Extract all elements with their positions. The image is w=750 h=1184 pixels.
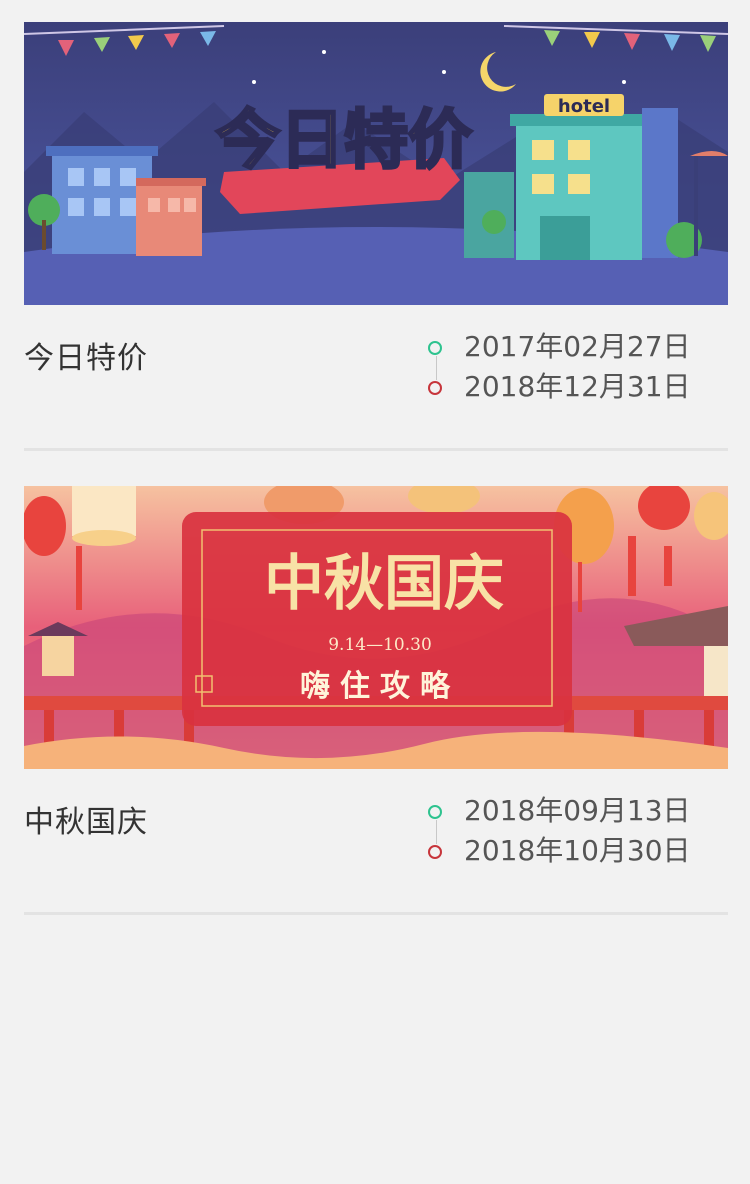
timeline-connector [436, 356, 437, 380]
timeline-connector [436, 820, 437, 844]
start-dot-icon [428, 341, 442, 355]
start-dot-icon [428, 805, 442, 819]
promotion-info: 今日特价 2017年02月27日 2018年12月31日 [24, 305, 728, 451]
start-date: 2017年02月27日 [464, 330, 691, 363]
promotion-title: 中秋国庆 [24, 805, 148, 840]
card-divider [24, 912, 728, 915]
promotion-banner-image[interactable]: 中秋国庆 9.14—10.30 嗨住攻略 [24, 486, 728, 769]
promotion-info: 中秋国庆 2018年09月13日 2018年10月30日 [24, 769, 728, 915]
promotion-card[interactable]: 中秋国庆 9.14—10.30 嗨住攻略 中秋国庆 2018年09月13日 20… [24, 486, 728, 915]
end-date: 2018年10月30日 [464, 834, 691, 867]
promotion-date-range: 2018年09月13日 2018年10月30日 [426, 791, 728, 871]
promotion-title: 今日特价 [24, 341, 148, 376]
end-dot-icon [428, 845, 442, 859]
end-dot-icon [428, 381, 442, 395]
promotion-banner-image[interactable]: 今日特价 hotel [24, 22, 728, 305]
hotel-sign-text: hotel [558, 96, 610, 117]
start-date: 2018年09月13日 [464, 794, 691, 827]
banner-subtitle: 嗨住攻略 [300, 669, 460, 704]
promotion-card[interactable]: 今日特价 hotel 今日特价 2017年02月27日 2018年12月31日 [24, 22, 728, 451]
banner-headline: 中秋国庆 [264, 549, 504, 619]
banner-date-range: 9.14—10.30 [328, 635, 432, 655]
end-date: 2018年12月31日 [464, 370, 691, 403]
banner-headline: 今日特价 [216, 104, 472, 178]
card-divider [24, 448, 728, 451]
promotion-date-range: 2017年02月27日 2018年12月31日 [426, 327, 728, 407]
